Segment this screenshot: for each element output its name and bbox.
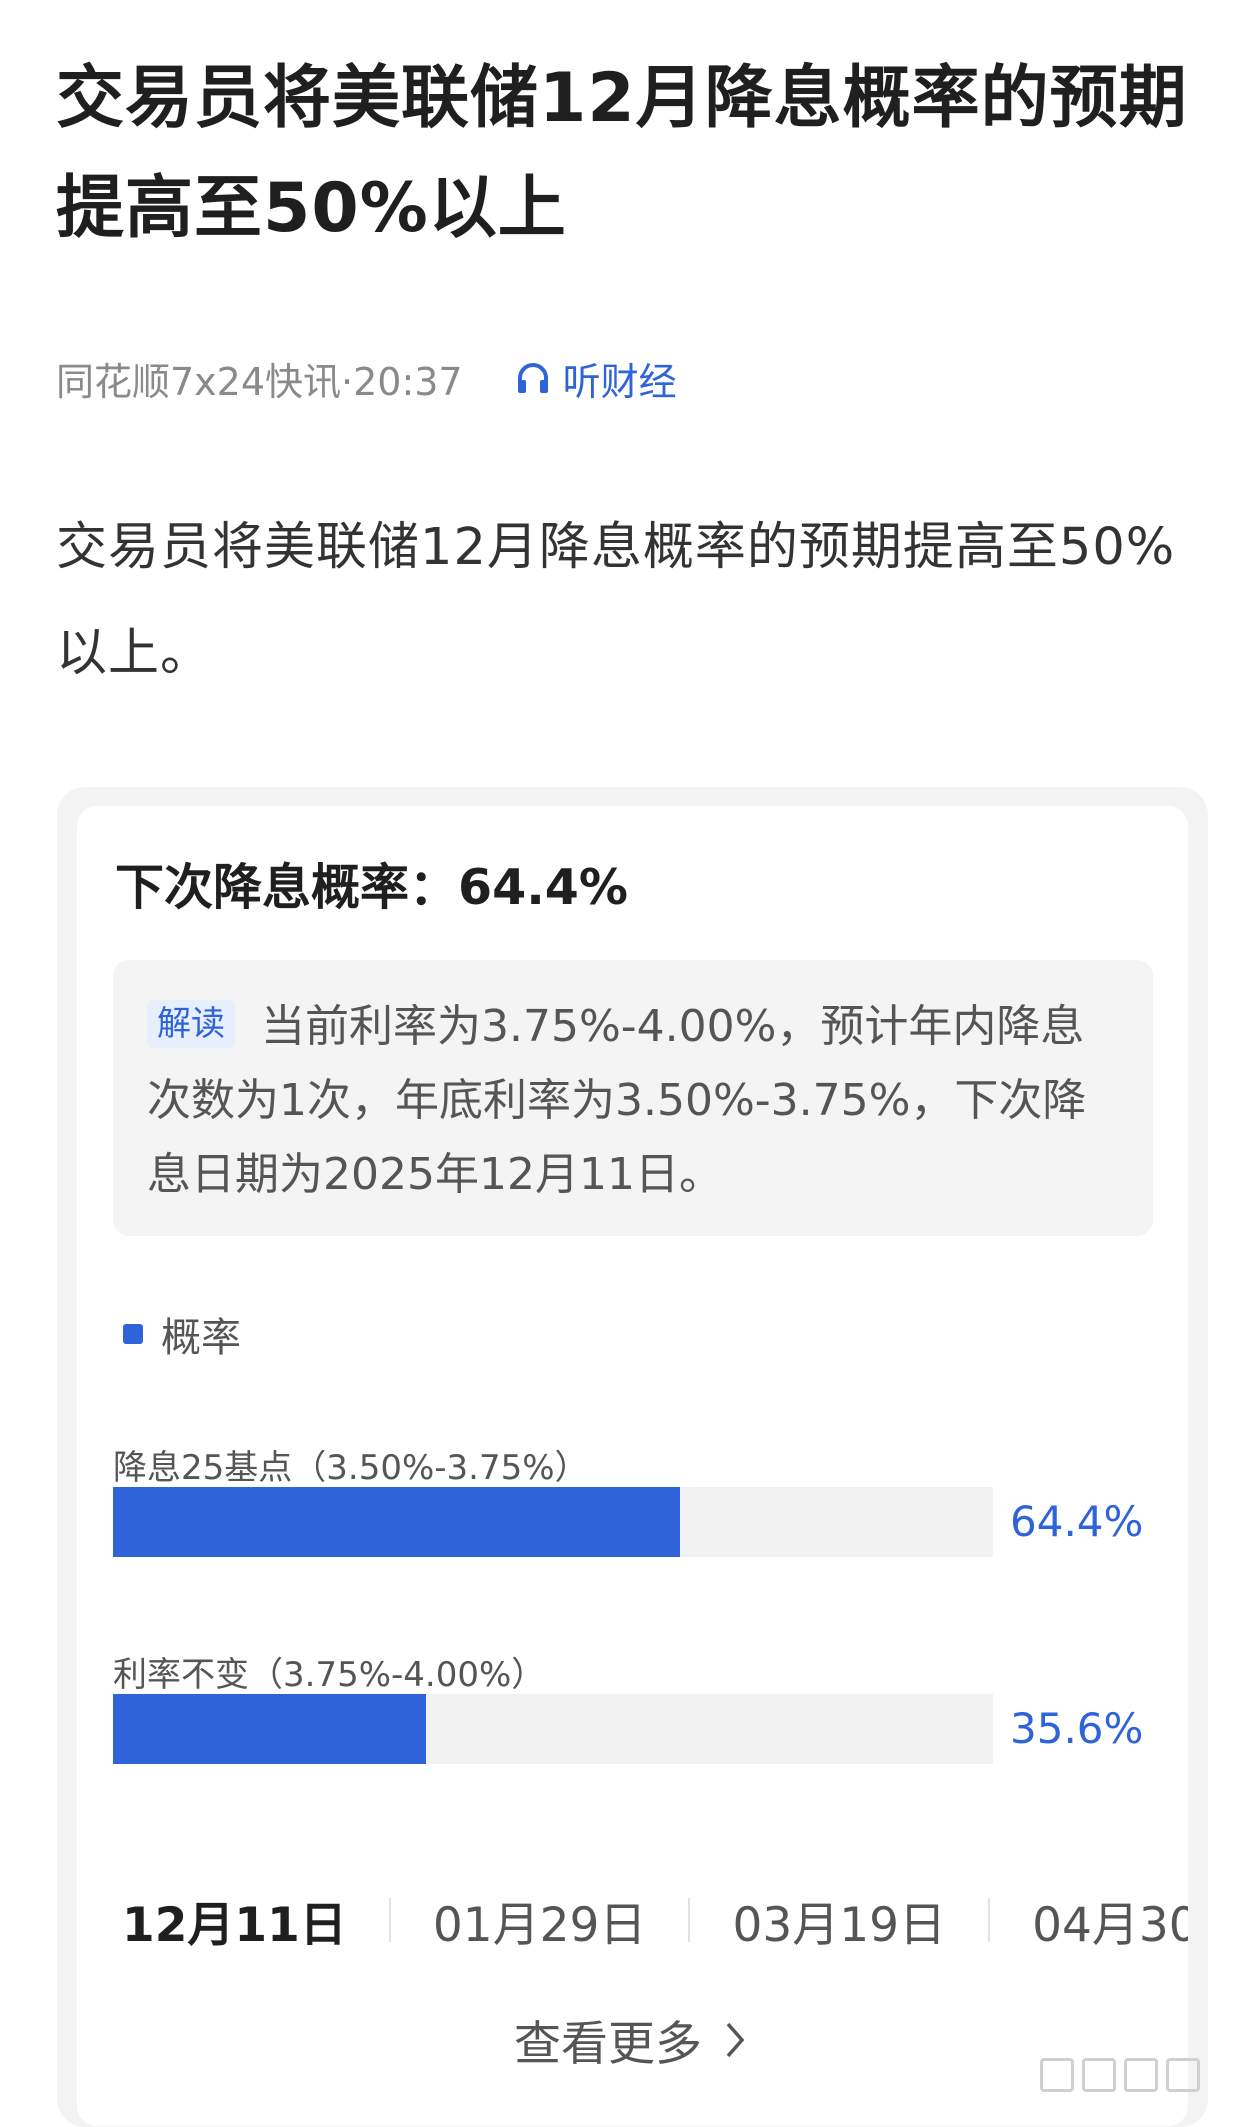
bar-track-cut bbox=[113, 1487, 993, 1557]
chart-legend: 概率 bbox=[123, 1305, 241, 1363]
listen-label: 听财经 bbox=[562, 359, 677, 404]
date-tab-3[interactable]: 04月30日 bbox=[1032, 1886, 1188, 1955]
date-divider bbox=[688, 1898, 691, 1942]
next-cut-probability-title: 下次降息概率：64.4% bbox=[115, 859, 628, 916]
bar-hold bbox=[113, 1694, 427, 1764]
date-tab-0[interactable]: 12月11日 bbox=[122, 1886, 347, 1955]
bar-label-cut: 降息25基点（3.50%-3.75%） bbox=[113, 1448, 589, 1488]
meeting-date-tabs: 12月11日 01月29日 03月19日 04月30日 bbox=[122, 1885, 1188, 1955]
legend-swatch bbox=[123, 1324, 143, 1344]
date-tab-2[interactable]: 03月19日 bbox=[732, 1886, 946, 1955]
bar-cut bbox=[113, 1487, 680, 1557]
legend-label: 概率 bbox=[161, 1315, 241, 1361]
bar-value-cut: 64.4% bbox=[1010, 1497, 1144, 1546]
bar-track-hold bbox=[113, 1694, 993, 1764]
interpretation-text: 当前利率为3.75%-4.00%，预计年内降息次数为1次，年底利率为3.50%-… bbox=[147, 1001, 1087, 1200]
watermark-logo bbox=[1040, 2058, 1200, 2092]
chevron-right-icon bbox=[726, 2022, 745, 2057]
headphones-icon bbox=[517, 363, 548, 393]
article-source: 同花顺7x24快讯·20:37 bbox=[56, 359, 463, 404]
view-more-label: 查看更多 bbox=[514, 2017, 702, 2072]
bar-label-hold: 利率不变（3.75%-4.00%） bbox=[113, 1655, 546, 1695]
listen-button[interactable]: 听财经 bbox=[515, 351, 677, 406]
article-meta: 同花顺7x24快讯·20:37 听财经 bbox=[56, 350, 677, 406]
interpretation-box: 解读 当前利率为3.75%-4.00%，预计年内降息次数为1次，年底利率为3.50… bbox=[113, 960, 1153, 1236]
article-headline: 交易员将美联储12月降息概率的预期提高至50%以上 bbox=[56, 59, 1188, 248]
interpretation-tag: 解读 bbox=[147, 1000, 235, 1048]
date-divider bbox=[988, 1898, 991, 1942]
date-divider bbox=[388, 1898, 391, 1942]
date-tab-1[interactable]: 01月29日 bbox=[433, 1886, 647, 1955]
bar-value-hold: 35.6% bbox=[1010, 1704, 1144, 1753]
article-summary: 交易员将美联储12月降息概率的预期提高至50%以上。 bbox=[56, 518, 1176, 683]
